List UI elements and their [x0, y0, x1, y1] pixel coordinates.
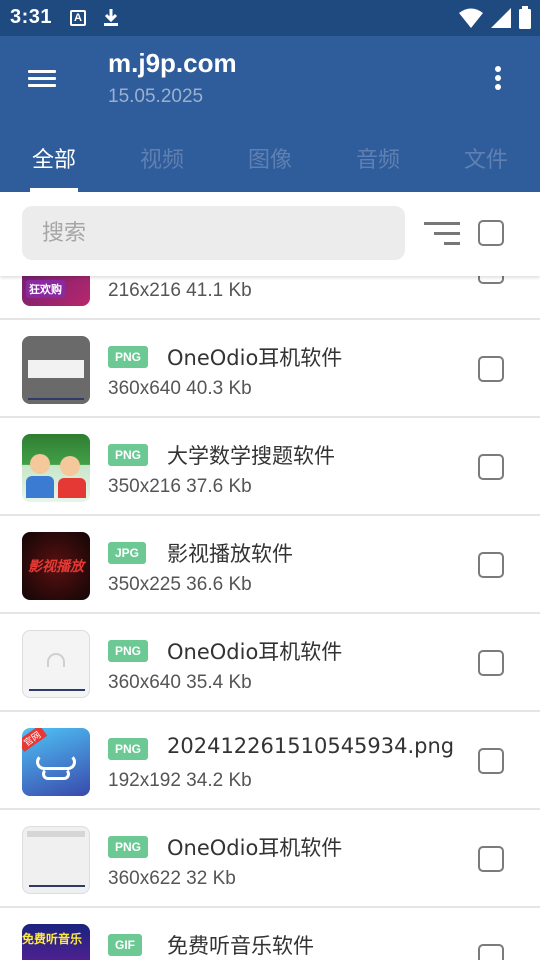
keyboard-a-icon: A — [70, 10, 86, 26]
file-meta: 360x622 32 Kb — [108, 868, 236, 889]
status-bar: 3:31 A — [0, 0, 540, 36]
file-type-badge: PNG — [108, 640, 149, 662]
file-type-badge: PNG — [108, 444, 149, 466]
tab-image[interactable]: 图像 — [230, 142, 310, 174]
file-meta: 216x216 41.1 Kb — [108, 280, 252, 301]
file-meta: 350x225 36.6 Kb — [108, 574, 252, 595]
thumbnail: 免费听音乐 — [22, 924, 90, 960]
search-input[interactable] — [22, 206, 405, 260]
row-checkbox[interactable] — [478, 552, 504, 578]
app-subtitle: 15.05.2025 — [108, 86, 204, 107]
tab-all[interactable]: 全部 — [14, 142, 94, 174]
file-name: OneOdio耳机软件 — [167, 640, 343, 664]
row-checkbox[interactable] — [478, 944, 504, 960]
list-item[interactable]: PNG OneOdio耳机软件 360x640 40.3 Kb — [0, 320, 540, 418]
file-name: 202412261510545934.png — [167, 734, 455, 758]
tab-audio[interactable]: 音频 — [338, 142, 418, 174]
thumbnail-label: 官网 — [22, 728, 48, 752]
status-icons — [458, 6, 532, 30]
thumbnail — [22, 434, 90, 502]
row-checkbox[interactable] — [478, 276, 504, 284]
download-icon — [104, 9, 118, 26]
file-type-badge: GIF — [108, 934, 142, 956]
row-checkbox[interactable] — [478, 356, 504, 382]
file-name: OneOdio耳机软件 — [167, 346, 343, 370]
list-item[interactable]: PNG OneOdio耳机软件 360x640 35.4 Kb — [0, 614, 540, 712]
file-meta: 360x640 40.3 Kb — [108, 378, 252, 399]
row-checkbox[interactable] — [478, 748, 504, 774]
search-bar — [0, 192, 540, 276]
signal-icon — [491, 8, 511, 28]
app-bar: m.j9p.com 15.05.2025 全部 视频 图像 音频 文件 — [0, 36, 540, 192]
more-vert-icon[interactable] — [484, 64, 512, 94]
thumbnail: 影视播放 — [22, 532, 90, 600]
sort-icon[interactable] — [424, 220, 462, 248]
list-item[interactable]: PNG OneOdio耳机软件 360x622 32 Kb — [0, 810, 540, 908]
row-checkbox[interactable] — [478, 650, 504, 676]
thumbnail — [22, 630, 90, 698]
file-name: 影视播放软件 — [167, 542, 293, 566]
file-meta: 350x216 37.6 Kb — [108, 476, 252, 497]
file-name: OneOdio耳机软件 — [167, 836, 343, 860]
thumbnail — [22, 826, 90, 894]
list-item[interactable]: PNG 大学数学搜题软件 350x216 37.6 Kb — [0, 418, 540, 516]
thumbnail-label: 免费听音乐 — [22, 932, 83, 946]
file-meta: 360x640 35.4 Kb — [108, 672, 252, 693]
list-item[interactable]: 免费听音乐 GIF 免费听音乐软件 — [0, 908, 540, 960]
list-item[interactable]: 影视播放 JPG 影视播放软件 350x225 36.6 Kb — [0, 516, 540, 614]
row-checkbox[interactable] — [478, 846, 504, 872]
tab-video[interactable]: 视频 — [122, 142, 202, 174]
file-list: 狂欢购 216x216 41.1 Kb PNG OneOdio耳机软件 360x… — [0, 276, 540, 960]
menu-icon[interactable] — [22, 66, 62, 92]
tab-file[interactable]: 文件 — [446, 142, 526, 174]
tab-bar: 全部 视频 图像 音频 文件 — [0, 136, 540, 192]
status-time: 3:31 — [10, 6, 53, 28]
thumbnail: 狂欢购 — [22, 276, 90, 306]
file-type-badge: PNG — [108, 346, 149, 368]
app-title: m.j9p.com — [108, 48, 237, 78]
list-item[interactable]: 官网 PNG 202412261510545934.png 192x192 34… — [0, 712, 540, 810]
thumbnail — [22, 336, 90, 404]
thumbnail-label: 影视播放 — [28, 559, 84, 575]
select-all-checkbox[interactable] — [478, 220, 504, 246]
list-item[interactable]: 狂欢购 216x216 41.1 Kb — [0, 276, 540, 320]
file-meta: 192x192 34.2 Kb — [108, 770, 252, 791]
thumbnail-label: 狂欢购 — [26, 280, 65, 298]
thumbnail: 官网 — [22, 728, 90, 796]
row-checkbox[interactable] — [478, 454, 504, 480]
file-type-badge: JPG — [108, 542, 147, 564]
battery-icon — [519, 6, 531, 29]
file-type-badge: PNG — [108, 738, 149, 760]
file-name: 大学数学搜题软件 — [167, 444, 335, 468]
wifi-icon — [459, 8, 483, 28]
file-type-badge: PNG — [108, 836, 149, 858]
file-name: 免费听音乐软件 — [167, 934, 314, 958]
